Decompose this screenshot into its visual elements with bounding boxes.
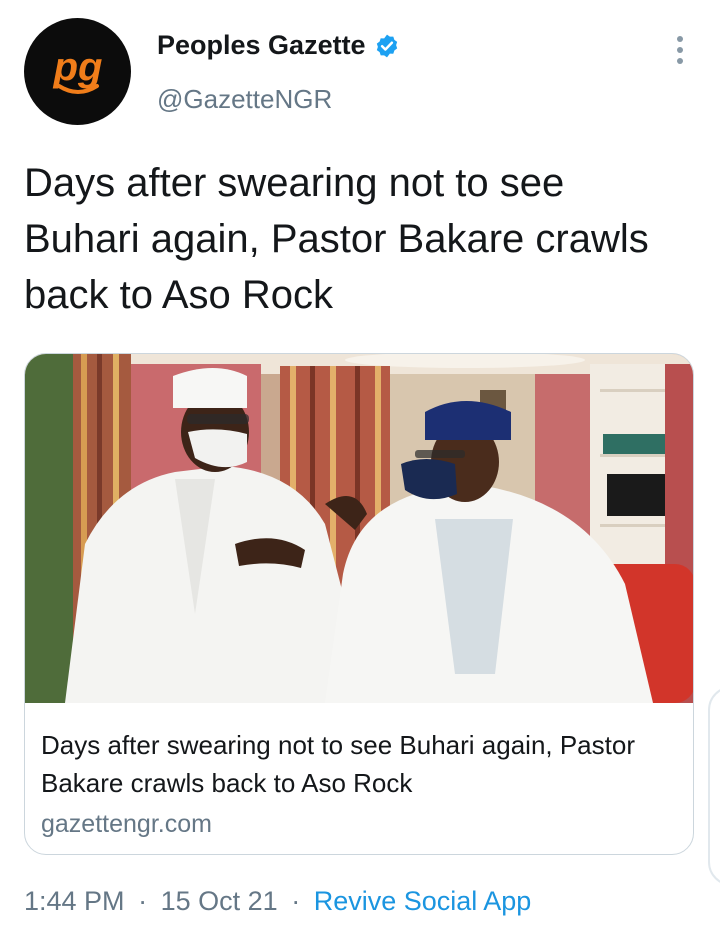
verified-badge-icon [376, 34, 397, 57]
tweet-time[interactable]: 1:44 PM [24, 886, 125, 916]
avatar[interactable]: pg [24, 18, 131, 125]
meta-separator: · [138, 886, 148, 916]
display-name-text[interactable]: Peoples Gazette [157, 30, 366, 61]
meta-separator: · [291, 886, 301, 916]
card-body[interactable]: Days after swearing not to see Buhari ag… [41, 726, 677, 839]
source-link[interactable]: Revive Social App [314, 886, 532, 916]
edge-panel [708, 686, 720, 886]
tweet-date[interactable]: 15 Oct 21 [161, 886, 278, 916]
more-vertical-icon[interactable] [672, 36, 688, 66]
link-card[interactable]: Days after swearing not to see Buhari ag… [24, 353, 694, 855]
avatar-logo-text: pg [52, 45, 102, 89]
display-name[interactable]: Peoples Gazette [157, 30, 400, 61]
card-domain: gazettengr.com [41, 810, 212, 838]
card-title[interactable]: Days after swearing not to see Buhari ag… [41, 726, 677, 802]
handle[interactable]: @GazetteNGR [157, 84, 332, 115]
tweet-text: Days after swearing not to see Buhari ag… [24, 161, 649, 317]
pg-logo-icon: pg [52, 45, 102, 94]
card-photo [25, 354, 693, 703]
card-image[interactable] [25, 354, 693, 703]
tweet-meta: 1:44 PM · 15 Oct 21 · Revive Social App [24, 886, 531, 917]
